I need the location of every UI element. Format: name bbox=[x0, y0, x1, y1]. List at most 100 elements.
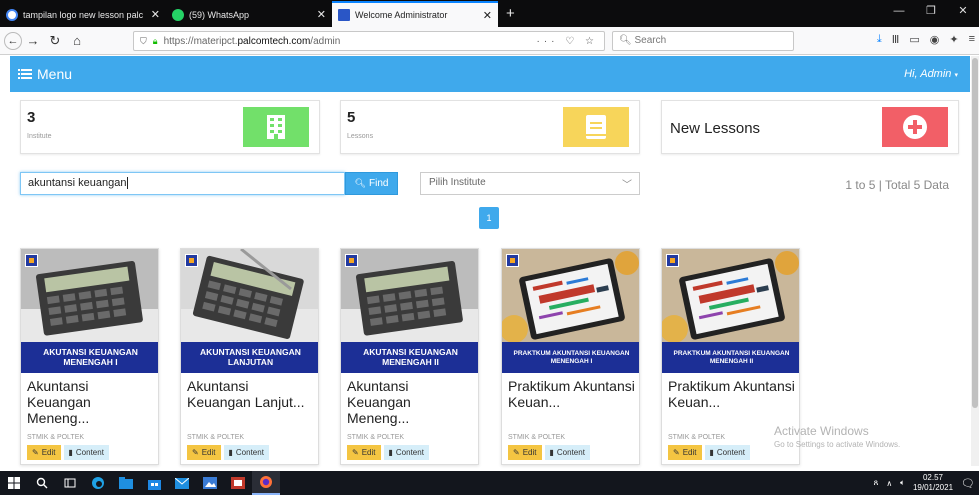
url-bar[interactable]: ⛉ 🔒︎ https://materipct.palcomtech.com/ad… bbox=[133, 31, 605, 51]
content-button[interactable]: ▮ Content bbox=[704, 445, 750, 460]
institute-stat-box[interactable]: 3 Institute bbox=[20, 100, 320, 154]
card-actions: ✎ Edit ▮ Content bbox=[347, 445, 429, 460]
card-actions: ✎ Edit ▮ Content bbox=[27, 445, 109, 460]
browser-tab-1[interactable]: tampilan logo new lesson palc ✕ bbox=[0, 2, 166, 27]
find-label: Find bbox=[368, 178, 389, 189]
reload-icon[interactable]: ↻ bbox=[44, 33, 66, 49]
lesson-title[interactable]: Akuntansi Keuangan Meneng... bbox=[347, 378, 475, 426]
browser-tab-3[interactable]: Welcome Administrator ✕ bbox=[332, 1, 498, 27]
mail-icon[interactable] bbox=[168, 471, 196, 495]
extensions-icon[interactable]: ✦ bbox=[949, 33, 958, 46]
close-tab-icon[interactable]: ✕ bbox=[151, 8, 160, 21]
lesson-search-input[interactable]: akuntansi keuangan bbox=[20, 172, 345, 195]
lesson-banner: PRAKTKUM AKUNTANSI KEUANGAN MENENGAH II bbox=[662, 342, 799, 373]
url-path: /admin bbox=[310, 35, 341, 47]
lesson-institute: STMIK & POLTEK bbox=[187, 434, 245, 441]
palcomtech-logo-icon bbox=[25, 254, 38, 267]
content-button[interactable]: ▮ Content bbox=[383, 445, 429, 460]
edit-button[interactable]: ✎ Edit bbox=[187, 445, 221, 460]
new-tab-button[interactable]: + bbox=[498, 5, 523, 27]
content-button[interactable]: ▮ Content bbox=[544, 445, 590, 460]
home-icon[interactable]: ⌂ bbox=[66, 33, 88, 48]
new-lessons-box[interactable]: New Lessons bbox=[661, 100, 959, 154]
lesson-title[interactable]: Praktikum Akuntansi Keuan... bbox=[508, 378, 636, 410]
sidebar-icon[interactable]: ▭ bbox=[909, 33, 919, 46]
photos-icon[interactable] bbox=[196, 471, 224, 495]
firefox-icon[interactable] bbox=[252, 471, 280, 495]
edit-button[interactable]: ✎ Edit bbox=[27, 445, 61, 460]
user-menu[interactable]: Hi, Admin ▾ bbox=[904, 68, 958, 80]
account-icon[interactable]: ◉ bbox=[930, 33, 940, 46]
page-actions[interactable]: ··· ♡ ☆ bbox=[537, 36, 598, 47]
lessons-stat-box[interactable]: 5 Lessons bbox=[340, 100, 640, 154]
menu-toggle[interactable]: Menu bbox=[18, 66, 72, 82]
scrollbar-thumb[interactable] bbox=[972, 58, 978, 408]
app-header: Menu Hi, Admin ▾ bbox=[10, 56, 970, 92]
people-icon[interactable]: ጸ bbox=[874, 478, 879, 488]
institute-select[interactable]: Pilih Institute ﹀ bbox=[420, 172, 640, 195]
store-icon[interactable] bbox=[140, 471, 168, 495]
close-tab-icon[interactable]: ✕ bbox=[317, 8, 326, 21]
palcomtech-logo-icon bbox=[666, 254, 679, 267]
lesson-title[interactable]: Akuntansi Keuangan Lanjut... bbox=[187, 378, 315, 410]
lesson-institute: STMIK & POLTEK bbox=[508, 434, 566, 441]
library-icon[interactable]: Ⅲ bbox=[892, 33, 900, 46]
banner-text: AKUTANSI KEUANGAN MENENGAH I bbox=[43, 346, 138, 367]
lesson-title[interactable]: Praktikum Akuntansi Keuan... bbox=[668, 378, 796, 410]
chevron-up-icon[interactable]: ∧ bbox=[886, 479, 892, 488]
clock[interactable]: 02.57 19/01/2021 bbox=[913, 473, 953, 493]
building-icon bbox=[243, 107, 309, 147]
lesson-title[interactable]: Akuntansi Keuangan Meneng... bbox=[27, 378, 155, 426]
back-icon[interactable]: ← bbox=[4, 31, 22, 50]
find-button[interactable]: 🔍︎ Find bbox=[345, 172, 398, 195]
notification-icon[interactable]: 🗨︎ bbox=[961, 477, 975, 490]
hamburger-menu-icon[interactable]: ≡ bbox=[969, 33, 975, 46]
browser-tab-bar: tampilan logo new lesson palc ✕ (59) Wha… bbox=[0, 0, 979, 27]
card-actions: ✎ Edit ▮ Content bbox=[508, 445, 590, 460]
edit-label: Edit bbox=[522, 448, 537, 457]
banner-text: AKUNTANSI KEUANGAN LANJUTAN bbox=[200, 346, 301, 367]
windows-taskbar: ጸ ∧ 🔈︎ 02.57 19/01/2021 🗨︎ bbox=[0, 471, 979, 495]
content-button[interactable]: ▮ Content bbox=[223, 445, 269, 460]
lock-icon[interactable]: 🔒︎ bbox=[153, 36, 158, 47]
edit-button[interactable]: ✎ Edit bbox=[347, 445, 381, 460]
forward-icon[interactable]: → bbox=[22, 33, 44, 48]
page-scrollbar[interactable] bbox=[971, 56, 979, 466]
tab-title: (59) WhatsApp bbox=[189, 9, 250, 20]
search-icon[interactable] bbox=[28, 471, 56, 495]
browser-search-input[interactable]: 🔍︎ Search bbox=[612, 31, 794, 51]
lesson-card[interactable]: AKUTANSI KEUANGAN MENENGAH I Akuntansi Ke… bbox=[20, 248, 159, 465]
maximize-icon[interactable]: ❐ bbox=[915, 0, 947, 22]
palcomtech-logo-icon bbox=[345, 254, 358, 267]
volume-icon[interactable]: 🔈︎ bbox=[900, 478, 905, 488]
content-label: Content bbox=[395, 448, 424, 457]
lesson-institute: STMIK & POLTEK bbox=[668, 434, 726, 441]
lesson-card[interactable]: PRAKTKUM AKUNTANSI KEUANGAN MENENGAH I Pr… bbox=[501, 248, 640, 465]
edit-button[interactable]: ✎ Edit bbox=[508, 445, 542, 460]
search-value: akuntansi keuangan bbox=[28, 177, 127, 189]
lesson-card[interactable]: AKUTANSI KEUANGAN MENENGAH II Akuntansi K… bbox=[340, 248, 479, 465]
browser-tab-2[interactable]: (59) WhatsApp ✕ bbox=[166, 2, 332, 27]
content-button[interactable]: ▮ Content bbox=[63, 445, 109, 460]
lesson-institute: STMIK & POLTEK bbox=[27, 434, 85, 441]
lesson-institute: STMIK & POLTEK bbox=[347, 434, 405, 441]
download-icon[interactable]: ⤓ bbox=[877, 33, 882, 46]
content-label: Content bbox=[716, 448, 745, 457]
minimize-icon[interactable]: — bbox=[883, 0, 915, 22]
file-icon: ▮ bbox=[68, 448, 73, 457]
edit-button[interactable]: ✎ Edit bbox=[668, 445, 702, 460]
task-view-icon[interactable] bbox=[56, 471, 84, 495]
lesson-banner: AKUNTANSI KEUANGAN LANJUTAN bbox=[181, 342, 318, 373]
content-label: Content bbox=[75, 448, 104, 457]
lesson-card[interactable]: AKUNTANSI KEUANGAN LANJUTAN Akuntansi Keu… bbox=[180, 248, 319, 465]
institute-placeholder: Pilih Institute bbox=[429, 177, 486, 188]
shield-icon[interactable]: ⛉ bbox=[140, 36, 147, 47]
close-window-icon[interactable]: ✕ bbox=[947, 0, 979, 22]
page-1-button[interactable]: 1 bbox=[479, 207, 499, 229]
app-icon[interactable] bbox=[224, 471, 252, 495]
file-icon: ▮ bbox=[228, 448, 233, 457]
close-tab-icon[interactable]: ✕ bbox=[483, 9, 492, 22]
file-explorer-icon[interactable] bbox=[112, 471, 140, 495]
edge-icon[interactable] bbox=[84, 471, 112, 495]
windows-start-icon[interactable] bbox=[0, 471, 28, 495]
